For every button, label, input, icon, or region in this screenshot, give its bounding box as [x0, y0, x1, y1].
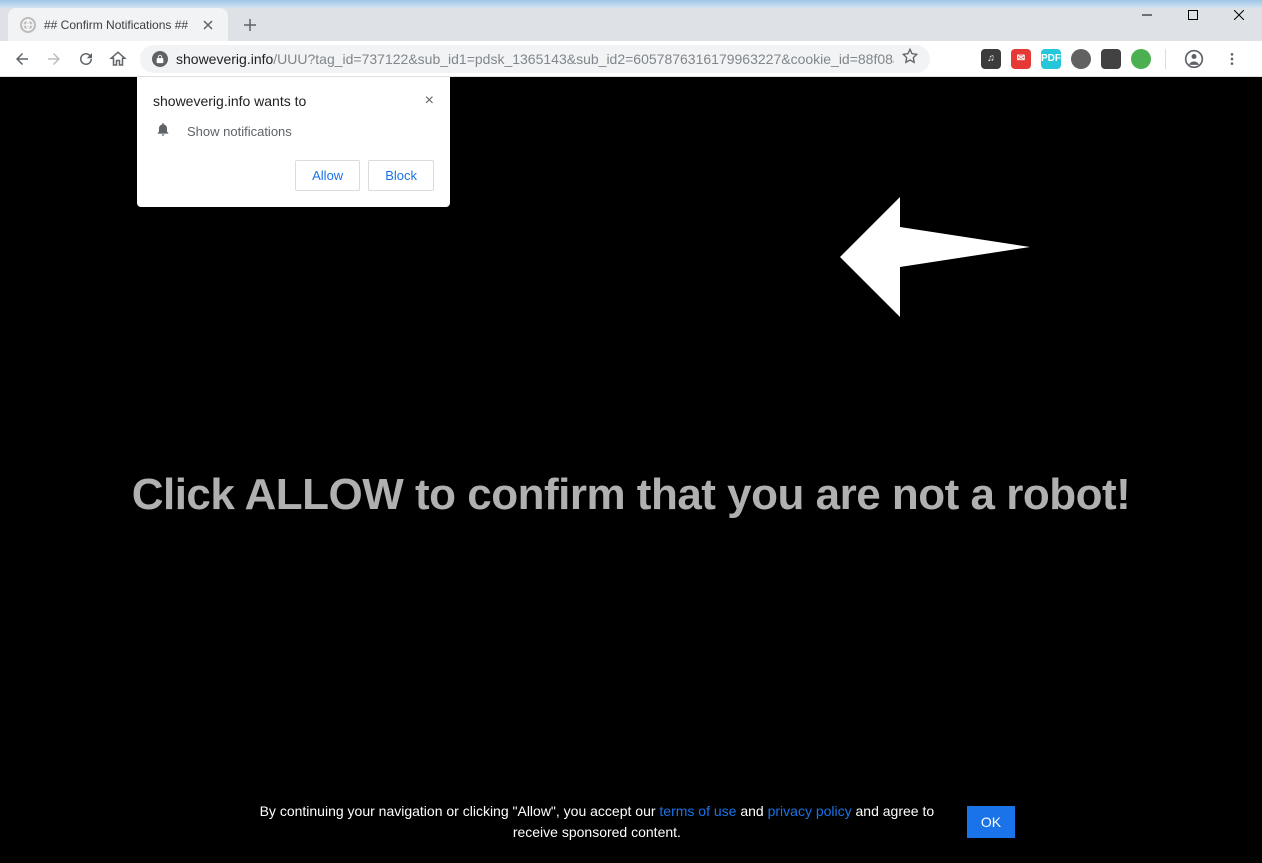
- extension-icons: ♫ ✉ PDF: [981, 45, 1246, 73]
- toolbar-divider: [1165, 49, 1166, 69]
- url-text: showeverig.info/UUU?tag_id=737122&sub_id…: [176, 51, 894, 67]
- terms-link[interactable]: terms of use: [659, 803, 736, 819]
- extension-icon-3[interactable]: PDF: [1041, 49, 1061, 69]
- extension-icon-5[interactable]: [1101, 49, 1121, 69]
- block-button[interactable]: Block: [368, 160, 434, 191]
- browser-tab[interactable]: ## Confirm Notifications ##: [8, 8, 228, 41]
- arrow-icon: [840, 177, 1030, 322]
- home-button[interactable]: [104, 45, 132, 73]
- profile-icon[interactable]: [1180, 45, 1208, 73]
- extension-icon-1[interactable]: ♫: [981, 49, 1001, 69]
- notification-permission-popup: showeverig.info wants to × Show notifica…: [137, 77, 450, 207]
- bookmark-star-icon[interactable]: [902, 48, 918, 69]
- close-icon[interactable]: ×: [425, 93, 434, 109]
- tab-strip: ## Confirm Notifications ##: [0, 8, 1262, 41]
- window-controls: [1124, 0, 1262, 30]
- extension-icon-2[interactable]: ✉: [1011, 49, 1031, 69]
- browser-toolbar: showeverig.info/UUU?tag_id=737122&sub_id…: [0, 41, 1262, 77]
- bell-icon: [155, 121, 171, 142]
- main-message: Click ALLOW to confirm that you are not …: [0, 470, 1262, 520]
- notification-title: showeverig.info wants to: [153, 93, 306, 109]
- maximize-button[interactable]: [1170, 0, 1216, 30]
- ok-button[interactable]: OK: [967, 806, 1015, 838]
- forward-button[interactable]: [40, 45, 68, 73]
- back-button[interactable]: [8, 45, 36, 73]
- extension-icon-4[interactable]: [1071, 49, 1091, 69]
- notification-message: Show notifications: [187, 124, 292, 139]
- extension-icon-6[interactable]: [1131, 49, 1151, 69]
- globe-icon: [20, 17, 36, 33]
- privacy-link[interactable]: privacy policy: [768, 803, 852, 819]
- minimize-button[interactable]: [1124, 0, 1170, 30]
- tab-title: ## Confirm Notifications ##: [44, 18, 192, 32]
- allow-button[interactable]: Allow: [295, 160, 360, 191]
- reload-button[interactable]: [72, 45, 100, 73]
- tab-close-icon[interactable]: [200, 17, 216, 33]
- footer: By continuing your navigation or clickin…: [0, 801, 1262, 843]
- address-bar[interactable]: showeverig.info/UUU?tag_id=737122&sub_id…: [140, 45, 930, 73]
- lock-icon[interactable]: [152, 51, 168, 67]
- new-tab-button[interactable]: [236, 11, 264, 39]
- menu-icon[interactable]: [1218, 45, 1246, 73]
- footer-text: By continuing your navigation or clickin…: [247, 801, 947, 843]
- window-titlebar: [0, 0, 1262, 8]
- page-content: showeverig.info wants to × Show notifica…: [0, 77, 1262, 863]
- close-window-button[interactable]: [1216, 0, 1262, 30]
